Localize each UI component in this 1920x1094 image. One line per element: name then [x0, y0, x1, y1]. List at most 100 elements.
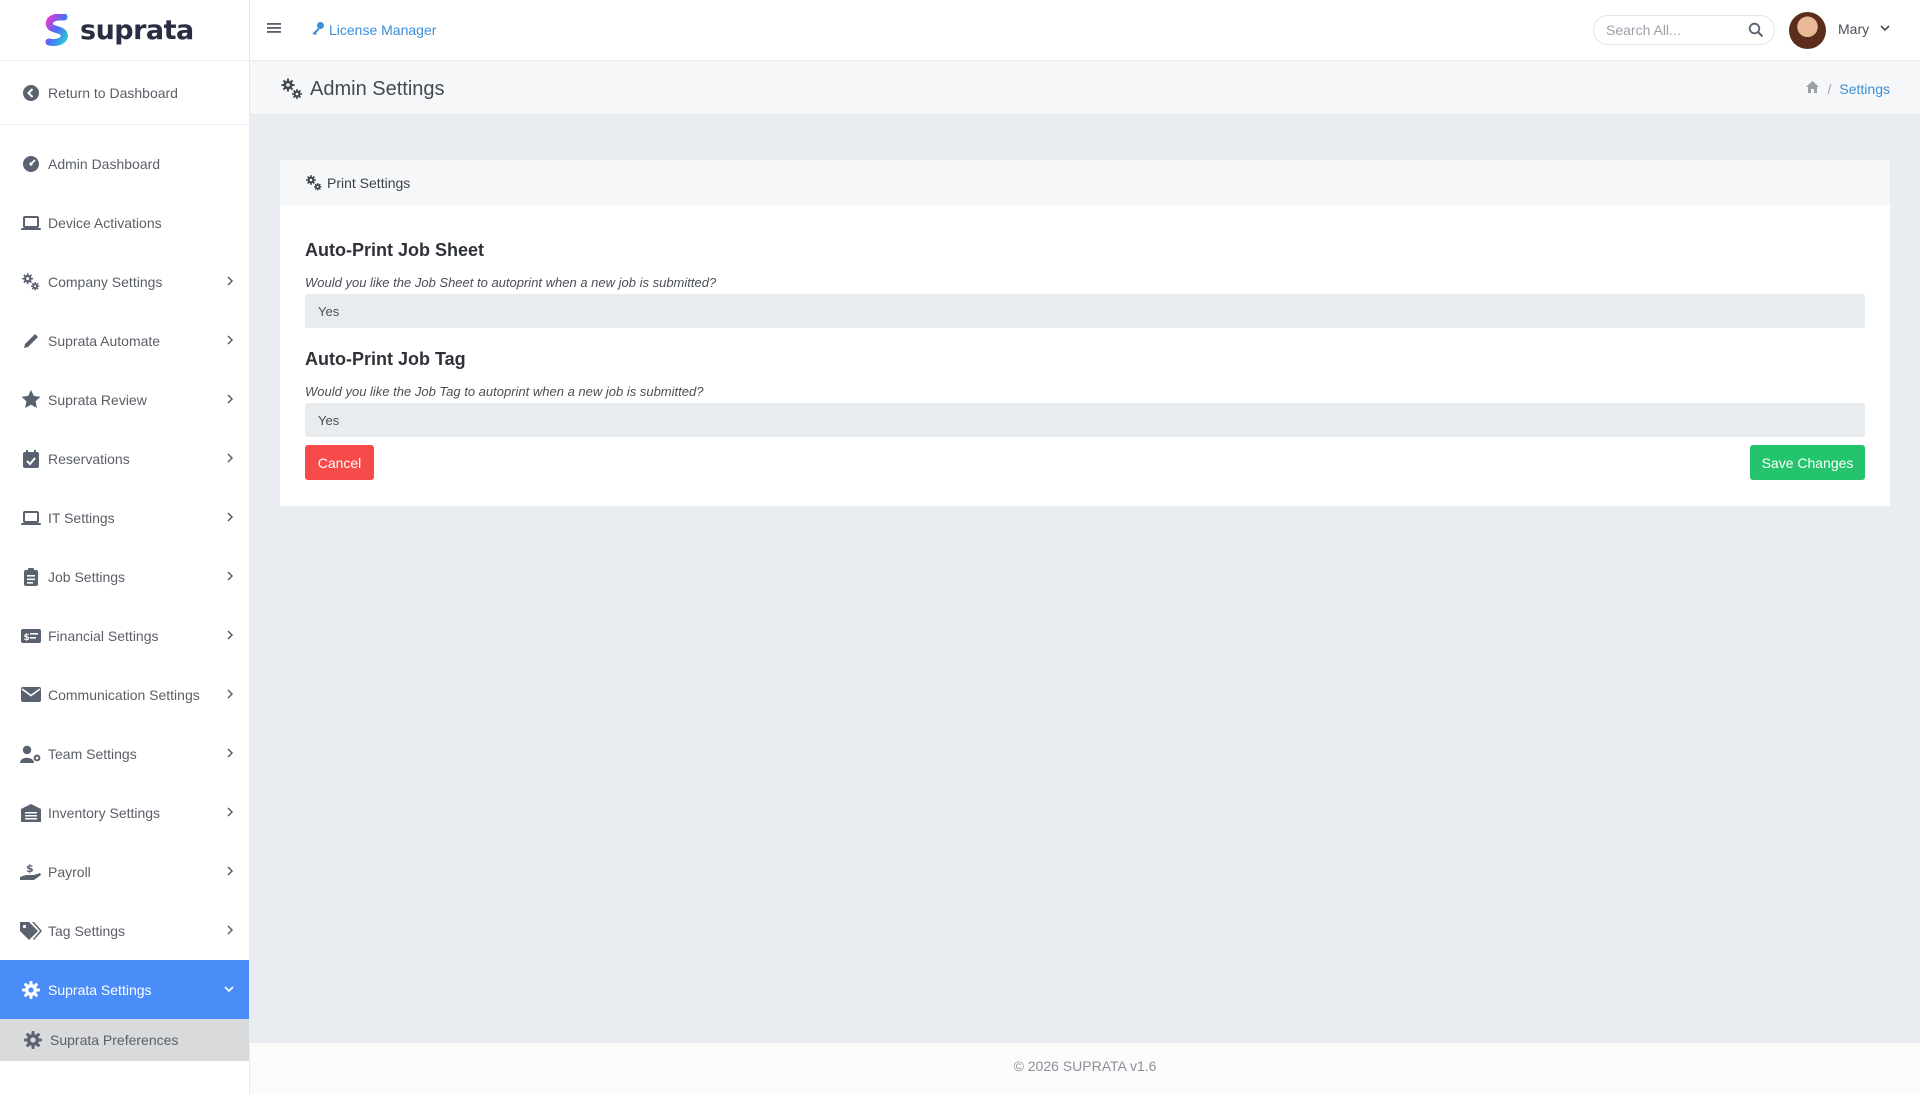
sidebar: suprata Return to Dashboard Admin Dashbo… — [0, 0, 250, 1094]
return-to-dashboard-link[interactable]: Return to Dashboard — [0, 61, 249, 125]
chevron-down-icon — [223, 982, 235, 998]
user-avatar[interactable] — [1789, 12, 1826, 49]
search-input[interactable] — [1606, 22, 1746, 38]
sidebar-item-admin-dashboard[interactable]: Admin Dashboard — [0, 134, 249, 193]
gauge-icon — [20, 153, 42, 175]
chevron-right-icon — [225, 864, 235, 880]
sidebar-item-team-settings[interactable]: Team Settings — [0, 724, 249, 783]
sidebar-item-communication-settings[interactable]: Communication Settings — [0, 665, 249, 724]
card-header: Print Settings — [280, 160, 1890, 205]
search-box — [1593, 15, 1775, 45]
card-body: Auto-Print Job Sheet Would you like the … — [280, 205, 1890, 506]
chevron-right-icon — [225, 392, 235, 408]
sidebar-item-job-settings[interactable]: Job Settings — [0, 547, 249, 606]
brand-name: suprata — [80, 14, 194, 46]
auto-print-job-tag-select[interactable]: Yes — [305, 403, 1865, 437]
sidebar-item-device-activations[interactable]: Device Activations — [0, 193, 249, 252]
chevron-right-icon — [225, 333, 235, 349]
sidebar-item-label: Job Settings — [48, 568, 126, 585]
calendar-check-icon — [20, 448, 42, 470]
cancel-button[interactable]: Cancel — [305, 445, 374, 480]
sidebar-item-label: IT Settings — [48, 509, 115, 526]
cogs-icon — [305, 174, 323, 192]
setting-description: Would you like the Job Sheet to autoprin… — [305, 275, 717, 290]
money-card-icon: $ — [20, 625, 42, 647]
sidebar-subitem-suprata-preferences[interactable]: Suprata Preferences — [0, 1019, 249, 1061]
chevron-right-icon — [225, 805, 235, 821]
chevron-right-icon — [225, 923, 235, 939]
chevron-right-icon — [225, 569, 235, 585]
gear-icon — [22, 1029, 44, 1051]
tags-icon — [20, 920, 42, 942]
chevron-right-icon — [225, 274, 235, 290]
page-header: Admin Settings / Settings — [250, 61, 1920, 115]
sidebar-item-label: Team Settings — [48, 745, 137, 762]
sidebar-item-label: Suprata Review — [48, 391, 147, 408]
sidebar-item-label: Inventory Settings — [48, 804, 161, 821]
setting-description: Would you like the Job Tag to autoprint … — [305, 384, 704, 399]
sidebar-nav: Admin Dashboard Device Activations Company… — [0, 125, 249, 960]
search-icon[interactable] — [1748, 22, 1764, 43]
sidebar-item-financial-settings[interactable]: $ Financial Settings — [0, 606, 249, 665]
sidebar-item-suprata-settings[interactable]: Suprata Settings — [0, 960, 249, 1019]
svg-text:$: $ — [26, 862, 34, 875]
page-title-text: Admin Settings — [310, 77, 445, 100]
arrow-circle-left-icon — [20, 82, 42, 104]
breadcrumb-current[interactable]: Settings — [1839, 81, 1890, 97]
sidebar-subitem-label: Suprata Preferences — [50, 1032, 179, 1048]
sidebar-item-suprata-review[interactable]: Suprata Review — [0, 370, 249, 429]
sidebar-item-payroll[interactable]: $ Payroll — [0, 842, 249, 901]
sidebar-item-label: Suprata Settings — [48, 981, 152, 998]
sidebar-item-label: Payroll — [48, 863, 91, 880]
chevron-right-icon — [225, 687, 235, 703]
license-manager-link[interactable]: License Manager — [311, 21, 436, 38]
user-menu[interactable]: Mary — [1838, 21, 1891, 37]
user-cog-icon — [20, 743, 42, 765]
sidebar-item-label: Communication Settings — [48, 686, 200, 703]
sidebar-item-suprata-automate[interactable]: Suprata Automate — [0, 311, 249, 370]
brand-logo[interactable]: suprata — [0, 0, 249, 61]
laptop-icon — [20, 507, 42, 529]
breadcrumb: / Settings — [1805, 80, 1890, 97]
cogs-icon — [280, 77, 304, 101]
chevron-right-icon — [225, 451, 235, 467]
sidebar-item-reservations[interactable]: Reservations — [0, 429, 249, 488]
breadcrumb-separator: / — [1827, 80, 1832, 97]
sidebar-item-label: Company Settings — [48, 273, 163, 290]
sidebar-item-company-settings[interactable]: Company Settings — [0, 252, 249, 311]
setting-job-sheet: Auto-Print Job Sheet Would you like the … — [305, 205, 1865, 328]
gear-icon — [20, 979, 42, 1001]
chevron-right-icon — [225, 746, 235, 762]
save-changes-button[interactable]: Save Changes — [1750, 445, 1865, 480]
user-name: Mary — [1838, 21, 1870, 37]
return-label: Return to Dashboard — [48, 84, 178, 101]
laptop-icon — [20, 212, 42, 234]
sidebar-item-inventory-settings[interactable]: Inventory Settings — [0, 783, 249, 842]
chevron-right-icon — [225, 510, 235, 526]
sidebar-item-it-settings[interactable]: IT Settings — [0, 488, 249, 547]
setting-title: Auto-Print Job Tag — [305, 349, 466, 369]
star-icon — [20, 389, 42, 411]
home-icon[interactable] — [1805, 80, 1820, 97]
print-settings-card: Print Settings Auto-Print Job Sheet Woul… — [280, 160, 1890, 506]
license-manager-label: License Manager — [329, 21, 437, 38]
sidebar-item-tag-settings[interactable]: Tag Settings — [0, 901, 249, 960]
chevron-down-icon — [1879, 21, 1891, 37]
card-title: Print Settings — [327, 174, 411, 191]
key-icon — [311, 21, 325, 38]
cogs-icon — [20, 271, 42, 293]
topbar: License Manager Mary — [250, 0, 1920, 61]
sidebar-item-label: Tag Settings — [48, 922, 126, 939]
sidebar-item-label: Admin Dashboard — [48, 155, 161, 172]
warehouse-icon — [20, 802, 42, 824]
setting-title: Auto-Print Job Sheet — [305, 240, 484, 260]
hand-dollar-icon: $ — [20, 861, 42, 883]
footer: © 2026 SUPRATA v1.6 — [250, 1043, 1920, 1094]
sidebar-item-label: Financial Settings — [48, 627, 159, 644]
hamburger-menu-icon[interactable] — [266, 20, 282, 41]
setting-job-tag: Auto-Print Job Tag Would you like the Jo… — [305, 328, 1865, 437]
sidebar-item-label: Device Activations — [48, 214, 162, 231]
auto-print-job-sheet-select[interactable]: Yes — [305, 294, 1865, 328]
suprata-logo-icon — [45, 14, 68, 46]
clipboard-icon — [20, 566, 42, 588]
